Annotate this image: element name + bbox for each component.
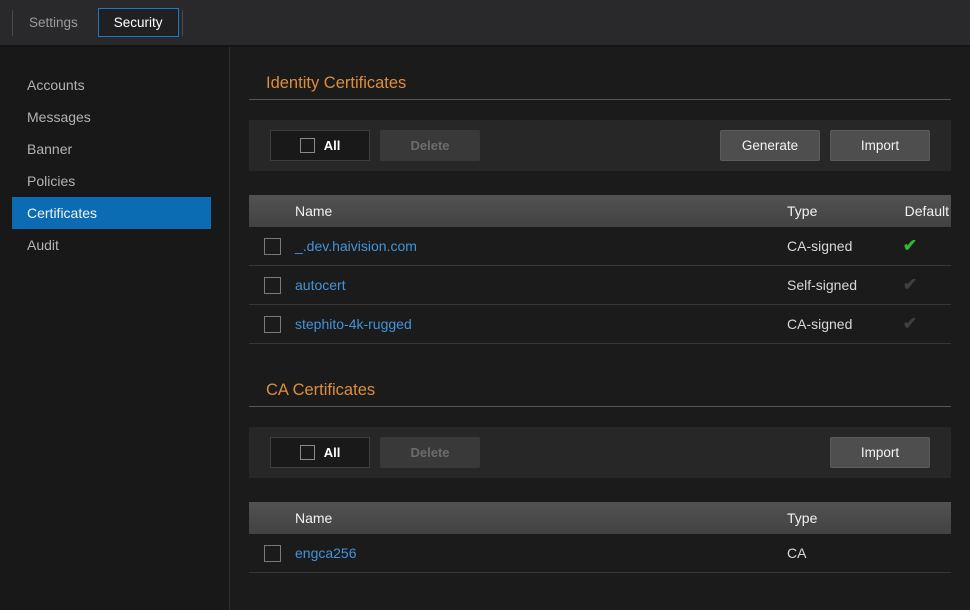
- certificate-name-cell: autocert: [295, 277, 787, 293]
- ca-section-title: CA Certificates: [249, 378, 951, 402]
- table-body: engca256 CA: [249, 534, 951, 573]
- identity-certificates-table: Name Type Default _.dev.haivision.com CA-…: [249, 195, 951, 344]
- table-row: _.dev.haivision.com CA-signed ✔: [249, 227, 951, 266]
- row-checkbox-cell: [249, 237, 295, 255]
- identity-section-title: Identity Certificates: [249, 71, 951, 95]
- sidebar-item-audit[interactable]: Audit: [0, 229, 229, 261]
- certificate-type: CA: [787, 545, 951, 561]
- set-default-checkmark-icon[interactable]: ✔: [903, 275, 917, 294]
- sidebar-item-certificates[interactable]: Certificates: [12, 197, 211, 229]
- row-checkbox[interactable]: [264, 316, 281, 333]
- column-header-name: Name: [295, 203, 787, 219]
- set-default-checkmark-icon[interactable]: ✔: [903, 314, 917, 333]
- table-row: engca256 CA: [249, 534, 951, 573]
- row-checkbox[interactable]: [264, 238, 281, 255]
- select-all-label: All: [324, 445, 341, 460]
- select-all-button[interactable]: All: [270, 437, 370, 468]
- default-cell: ✔: [869, 275, 951, 295]
- certificate-name-link[interactable]: _.dev.haivision.com: [295, 238, 417, 254]
- section-divider: [249, 406, 951, 407]
- certificate-type: CA-signed: [787, 238, 869, 254]
- table-body: _.dev.haivision.com CA-signed ✔ autocert Sel…: [249, 227, 951, 344]
- table-row: autocert Self-signed ✔: [249, 266, 951, 305]
- select-all-label: All: [324, 138, 341, 153]
- page-body: AccountsMessagesBannerPoliciesCertificat…: [0, 47, 970, 610]
- select-all-checkbox[interactable]: [300, 445, 315, 460]
- certificate-name-cell: stephito-4k-rugged: [295, 316, 787, 332]
- column-header-default: Default: [869, 203, 951, 219]
- delete-button[interactable]: Delete: [380, 437, 480, 468]
- app-window: Settings Security AccountsMessagesBanner…: [0, 0, 970, 610]
- certificate-type: Self-signed: [787, 277, 869, 293]
- select-all-checkbox[interactable]: [300, 138, 315, 153]
- column-header-type: Type: [787, 510, 951, 526]
- row-checkbox[interactable]: [264, 277, 281, 294]
- table-row: stephito-4k-rugged CA-signed ✔: [249, 305, 951, 344]
- generate-button[interactable]: Generate: [720, 130, 820, 161]
- identity-certificates-section: Identity Certificates All Delete Generat…: [249, 71, 951, 344]
- section-divider: [249, 99, 951, 100]
- delete-button[interactable]: Delete: [380, 130, 480, 161]
- import-button[interactable]: Import: [830, 437, 930, 468]
- main-content: Identity Certificates All Delete Generat…: [230, 47, 970, 610]
- identity-toolbar: All Delete Generate Import: [249, 120, 951, 171]
- ca-certificates-table: Name Type engca256 CA: [249, 502, 951, 573]
- sidebar-item-policies[interactable]: Policies: [0, 165, 229, 197]
- default-checkmark-icon: ✔: [903, 236, 917, 255]
- tab-security[interactable]: Security: [98, 8, 179, 37]
- ca-toolbar: All Delete Import: [249, 427, 951, 478]
- default-cell: ✔: [869, 314, 951, 334]
- default-cell: ✔: [869, 236, 951, 256]
- certificate-name-cell: engca256: [295, 545, 787, 561]
- certificate-name-link[interactable]: engca256: [295, 545, 357, 561]
- table-header-row: Name Type Default: [249, 195, 951, 227]
- row-checkbox-cell: [249, 315, 295, 333]
- row-checkbox[interactable]: [264, 545, 281, 562]
- tab-settings[interactable]: Settings: [13, 0, 94, 45]
- certificate-type: CA-signed: [787, 316, 869, 332]
- certificate-name-link[interactable]: autocert: [295, 277, 346, 293]
- row-checkbox-cell: [249, 544, 295, 562]
- sidebar-item-messages[interactable]: Messages: [0, 101, 229, 133]
- certificate-name-cell: _.dev.haivision.com: [295, 238, 787, 254]
- topbar-divider: [182, 10, 183, 36]
- column-header-type: Type: [787, 203, 869, 219]
- select-all-button[interactable]: All: [270, 130, 370, 161]
- import-button[interactable]: Import: [830, 130, 930, 161]
- topbar: Settings Security: [0, 0, 970, 47]
- sidebar-item-banner[interactable]: Banner: [0, 133, 229, 165]
- table-header-row: Name Type: [249, 502, 951, 534]
- ca-certificates-section: CA Certificates All Delete Import: [249, 378, 951, 573]
- sidebar-item-accounts[interactable]: Accounts: [0, 69, 229, 101]
- content-container: Identity Certificates All Delete Generat…: [249, 71, 951, 573]
- column-header-name: Name: [295, 510, 787, 526]
- row-checkbox-cell: [249, 276, 295, 294]
- sidebar: AccountsMessagesBannerPoliciesCertificat…: [0, 47, 230, 610]
- certificate-name-link[interactable]: stephito-4k-rugged: [295, 316, 412, 332]
